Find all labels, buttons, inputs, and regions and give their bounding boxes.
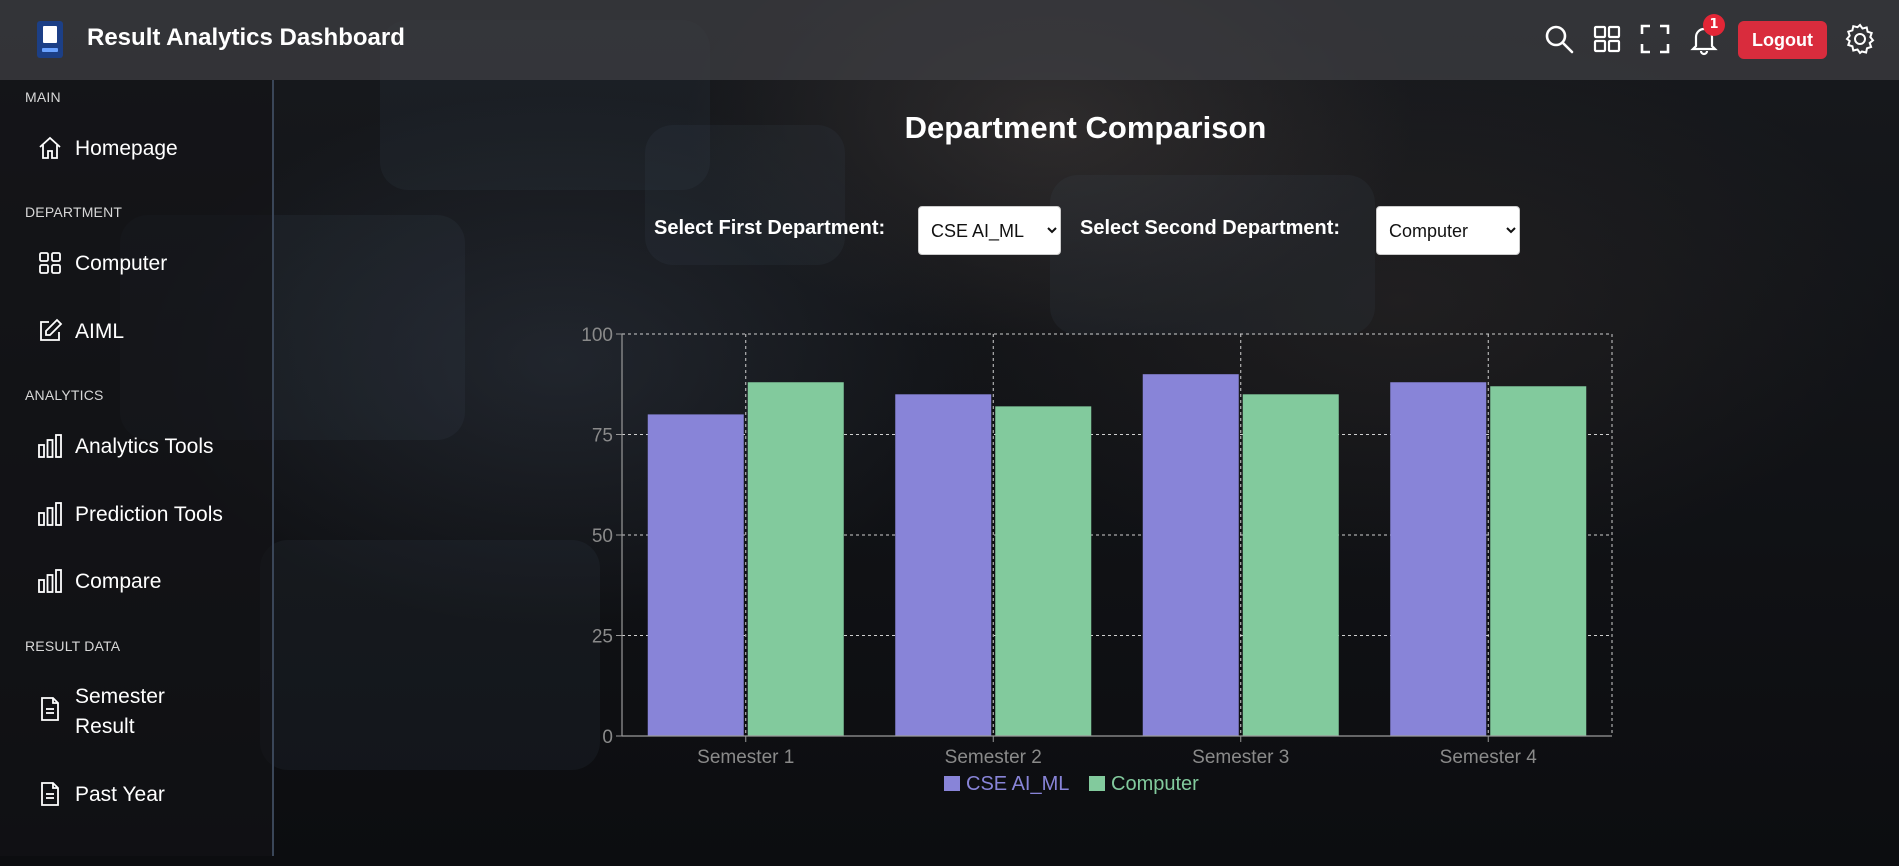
logout-button[interactable]: Logout xyxy=(1738,21,1827,59)
x-tick-label: Semester 1 xyxy=(697,747,794,768)
sidebar-item-label: Homepage xyxy=(75,137,178,160)
x-tick-label: Semester 2 xyxy=(945,747,1042,768)
y-tick-label: 50 xyxy=(592,526,613,547)
x-tick-label: Semester 4 xyxy=(1440,747,1538,768)
search-icon[interactable] xyxy=(1542,22,1576,56)
sidebar-item-label: AIML xyxy=(75,320,125,343)
top-bar: Result Analytics Dashboard 1 Logout xyxy=(0,0,1899,80)
section-label-department: DEPARTMENT xyxy=(25,204,123,220)
fullscreen-icon[interactable] xyxy=(1638,22,1672,56)
legend-swatch xyxy=(944,776,960,791)
x-tick-label: Semester 3 xyxy=(1192,747,1289,768)
app-logo[interactable] xyxy=(37,21,63,58)
sidebar-item-homepage[interactable]: Homepage xyxy=(36,134,225,164)
sidebar-item-aiml[interactable]: AIML xyxy=(36,317,225,347)
apps-grid-icon[interactable] xyxy=(1590,22,1624,56)
y-tick-label: 75 xyxy=(592,426,613,447)
sidebar-item-computer[interactable]: Computer xyxy=(36,249,225,279)
sidebar-item-label: Analytics Tools xyxy=(75,435,214,458)
app-title: Result Analytics Dashboard xyxy=(87,24,405,51)
sidebar-item-compare[interactable]: Compare xyxy=(36,567,225,597)
section-label-main: MAIN xyxy=(25,89,61,105)
bar-chart-icon xyxy=(36,567,64,595)
sidebar-item-label: Semester Result xyxy=(75,685,165,738)
bar-chart-icon xyxy=(36,432,64,460)
bar-chart: 0 25 50 75 100 Semester 1 Semester 2 Semester 3… xyxy=(581,325,1613,795)
section-label-analytics: ANALYTICS xyxy=(25,387,104,403)
first-department-select[interactable]: CSE AI_ML xyxy=(918,206,1061,255)
bar-computer-4 xyxy=(1490,386,1587,736)
background-card xyxy=(645,125,845,265)
bar-cse-ai-ml-4 xyxy=(1390,382,1487,736)
sidebar-item-semester-result[interactable]: Semester Result xyxy=(36,682,185,742)
second-department-label: Select Second Department: xyxy=(1080,217,1341,239)
second-department-select[interactable]: Computer xyxy=(1376,206,1520,255)
bar-computer-3 xyxy=(1242,394,1339,736)
page-title: Department Comparison xyxy=(904,110,1267,145)
y-tick-label: 25 xyxy=(592,627,613,648)
bar-chart-icon xyxy=(36,500,64,528)
bar-cse-ai-ml-1 xyxy=(647,414,744,736)
y-tick-label: 0 xyxy=(602,727,613,748)
document-icon xyxy=(36,780,64,808)
section-label-result-data: RESULT DATA xyxy=(25,638,121,654)
first-department-label: Select First Department: xyxy=(654,217,886,239)
grid-icon xyxy=(36,249,64,277)
document-icon xyxy=(36,695,64,723)
gear-icon[interactable] xyxy=(1843,22,1877,56)
legend-label: CSE AI_ML xyxy=(966,773,1069,795)
background-card xyxy=(260,540,600,770)
home-icon xyxy=(36,134,64,162)
bar-computer-2 xyxy=(995,406,1092,736)
sidebar-item-label: Past Year xyxy=(75,783,165,806)
edit-icon xyxy=(36,317,64,345)
legend-label: Computer xyxy=(1111,773,1199,795)
bar-computer-1 xyxy=(747,382,844,736)
y-tick-label: 100 xyxy=(581,325,613,346)
bar-cse-ai-ml-3 xyxy=(1142,374,1239,736)
bar-cse-ai-ml-2 xyxy=(895,394,992,736)
sidebar-item-label: Compare xyxy=(75,570,162,593)
background-card xyxy=(1050,175,1375,335)
sidebar-item-analytics-tools[interactable]: Analytics Tools xyxy=(36,432,225,462)
sidebar-item-prediction-tools[interactable]: Prediction Tools xyxy=(36,500,225,530)
sidebar-item-label: Computer xyxy=(75,252,168,275)
sidebar-item-past-year[interactable]: Past Year xyxy=(36,780,225,810)
notification-badge: 1 xyxy=(1703,14,1725,36)
department-comparison-chart: 0 25 50 75 100 Semester 1 Semester 2 Semester 3… xyxy=(560,315,1640,815)
sidebar: MAIN Homepage DEPARTMENT Computer AIML A… xyxy=(0,80,274,856)
legend-swatch xyxy=(1089,776,1105,791)
sidebar-item-label: Prediction Tools xyxy=(75,503,223,526)
